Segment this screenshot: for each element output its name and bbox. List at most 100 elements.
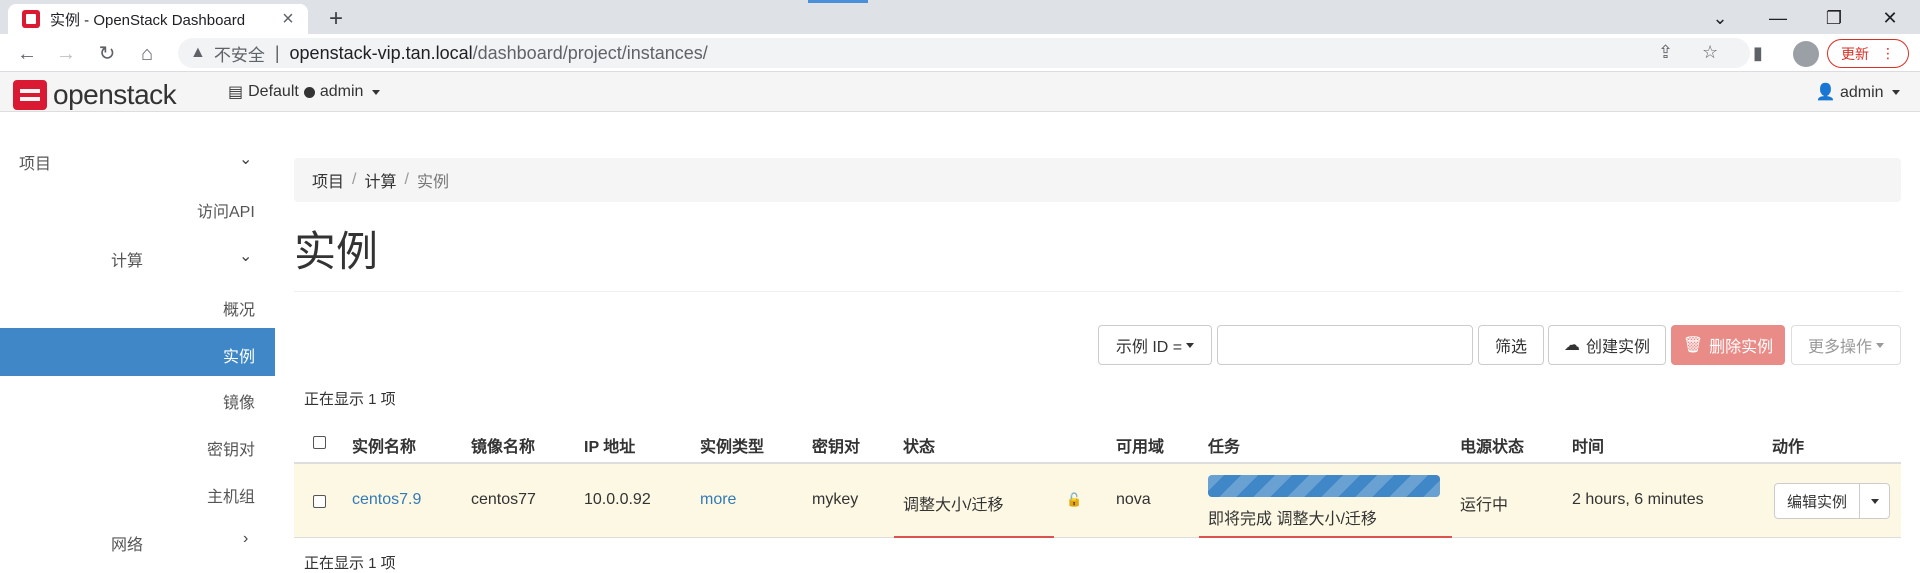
openstack-logo[interactable]: openstack (13, 79, 177, 111)
project-selector[interactable]: ▤ Default admin (228, 82, 381, 102)
profile-avatar-icon[interactable] (1793, 41, 1819, 67)
breadcrumb-compute[interactable]: 计算 (364, 168, 396, 192)
sidebar-item-instances[interactable]: 实例 (223, 343, 255, 367)
breadcrumb-separator: / (404, 171, 409, 188)
home-icon[interactable]: ⌂ (133, 40, 161, 68)
project-dot-icon (303, 86, 315, 98)
column-header[interactable]: 状态 (903, 433, 935, 457)
tab-close-icon[interactable]: × (278, 8, 298, 31)
ip-address: 10.0.0.92 (584, 491, 651, 508)
column-header[interactable]: 实例类型 (700, 433, 764, 457)
insecure-label: 不安全 (213, 45, 265, 65)
task-underline (1199, 536, 1452, 538)
create-instance-button[interactable]: ☁ 创建实例 (1548, 325, 1666, 365)
status-underline (894, 536, 1054, 538)
update-button[interactable]: 更新 ⋮ (1827, 39, 1909, 68)
sidebar-item-overview[interactable]: 概况 (223, 296, 255, 320)
address-path: /dashboard/project/instances/ (472, 42, 708, 63)
flavor-link[interactable]: more (700, 491, 736, 509)
new-tab-button[interactable]: + (322, 5, 350, 33)
sidebar-item-network[interactable]: 网络 (111, 531, 143, 555)
instance-status: 调整大小/迁移 (903, 497, 1004, 514)
minimize-button[interactable]: — (1758, 4, 1798, 32)
create-instance-label: 创建实例 (1585, 339, 1650, 356)
task-progress-bar (1208, 475, 1440, 497)
caret-down-icon (1870, 498, 1879, 504)
page-title: 实例 (294, 228, 379, 275)
breadcrumb: 项目 / 计算 / 实例 (294, 158, 1901, 202)
row-actions-dropdown[interactable] (1860, 483, 1890, 519)
browser-tab-bar: 实例 - OpenStack Dashboard × + ⌄ — ❐ ✕ (0, 0, 1920, 34)
close-window-button[interactable]: ✕ (1870, 4, 1910, 32)
column-header[interactable]: 镜像名称 (471, 433, 535, 457)
address-bar[interactable]: ▲ 不安全 | openstack-vip.tan.local/dashboar… (178, 38, 1750, 68)
row-checkbox[interactable] (313, 495, 326, 508)
user-menu[interactable]: 👤 admin (1816, 82, 1900, 102)
openstack-header: openstack ▤ Default admin 👤 admin (0, 72, 1920, 112)
sidebar-item-server-groups[interactable]: 主机组 (207, 483, 255, 507)
browser-tab[interactable]: 实例 - OpenStack Dashboard × (8, 4, 308, 34)
instance-age: 2 hours, 6 minutes (1572, 491, 1704, 508)
column-header[interactable]: 密钥对 (812, 433, 860, 457)
filter-button[interactable]: 筛选 (1478, 325, 1544, 365)
share-icon[interactable]: ⇪ (1658, 42, 1673, 63)
user-name: admin (1839, 84, 1884, 101)
edit-instance-button[interactable]: 编辑实例 (1774, 483, 1860, 519)
sidebar-item-keypairs[interactable]: 密钥对 (207, 436, 255, 460)
filter-field-dropdown[interactable]: 示例 ID = (1098, 325, 1212, 365)
column-header[interactable]: 时间 (1572, 433, 1604, 457)
task-text: 即将完成 调整大小/迁移 (1208, 511, 1377, 528)
row-actions: 编辑实例 (1774, 483, 1890, 519)
caret-down-icon (372, 89, 381, 95)
power-state: 运行中 (1460, 497, 1509, 514)
column-header[interactable]: 实例名称 (352, 433, 416, 457)
sidebar-nav: 项目 ⌄ 访问API 计算 ⌄ 概况 实例 镜像 密钥对 主机组 网络 › (0, 112, 275, 565)
sidebar-item-api-access[interactable]: 访问API (197, 198, 255, 222)
cloud-upload-icon: ☁ (1563, 337, 1580, 354)
bookmark-star-icon[interactable]: ☆ (1702, 42, 1718, 63)
sidebar-item-compute[interactable]: 计算 (111, 247, 143, 271)
sidebar-item-project[interactable]: 项目 (19, 150, 51, 174)
column-header[interactable]: IP 地址 (584, 433, 635, 457)
back-arrow-icon[interactable]: ← (13, 40, 41, 68)
column-header[interactable]: 可用域 (1116, 433, 1164, 457)
openstack-logo-icon (13, 80, 47, 110)
breadcrumb-project[interactable]: 项目 (312, 168, 344, 192)
browser-toolbar: ← → ↻ ⌂ ▲ 不安全 | openstack-vip.tan.local /… (0, 34, 1920, 72)
chevron-down-icon[interactable]: ⌄ (239, 246, 252, 266)
chevron-down-icon[interactable]: ⌄ (239, 149, 252, 169)
openstack-favicon-icon (22, 10, 40, 28)
domain-name: Default (248, 83, 299, 100)
select-all-checkbox[interactable] (313, 436, 326, 449)
warning-icon: ▲ (190, 44, 206, 61)
restore-button[interactable]: ❐ (1814, 4, 1854, 32)
user-icon: 👤 (1815, 84, 1836, 101)
project-list-icon: ▤ (228, 84, 244, 101)
delete-instances-button[interactable]: 🗑 删除实例 (1671, 325, 1785, 365)
tab-search-chevron-icon[interactable]: ⌄ (1700, 4, 1740, 32)
address-separator: | (274, 42, 280, 63)
forward-arrow-icon[interactable]: → (52, 40, 80, 68)
instance-name-link[interactable]: centos7.9 (352, 491, 421, 509)
sidebar-item-images[interactable]: 镜像 (223, 389, 255, 413)
caret-down-icon (1186, 342, 1195, 348)
title-divider (294, 291, 1901, 292)
chevron-right-icon[interactable]: › (243, 530, 248, 548)
tab-title: 实例 - OpenStack Dashboard (50, 11, 246, 29)
image-name: centos77 (471, 491, 536, 508)
item-count-bottom: 正在显示 1 项 (304, 555, 396, 572)
breadcrumb-separator: / (352, 171, 357, 188)
more-actions-button[interactable]: 更多操作 (1791, 325, 1901, 365)
more-actions-label: 更多操作 (1807, 339, 1872, 356)
side-panel-icon[interactable]: ▮ (1753, 43, 1763, 64)
project-name: admin (319, 83, 364, 100)
address-host: openstack-vip.tan.local (289, 42, 473, 63)
column-header[interactable]: 动作 (1772, 433, 1804, 457)
filter-field-label: 示例 ID = (1115, 339, 1183, 356)
column-header[interactable]: 电源状态 (1460, 433, 1524, 457)
reload-icon[interactable]: ↻ (93, 40, 121, 68)
tab-strip-accent (808, 0, 868, 3)
instances-table-header: 实例名称 镜像名称 IP 地址 实例类型 密钥对 状态 可用域 任务 电源状态 … (294, 422, 1901, 464)
filter-input[interactable] (1217, 325, 1473, 365)
column-header[interactable]: 任务 (1208, 433, 1240, 457)
